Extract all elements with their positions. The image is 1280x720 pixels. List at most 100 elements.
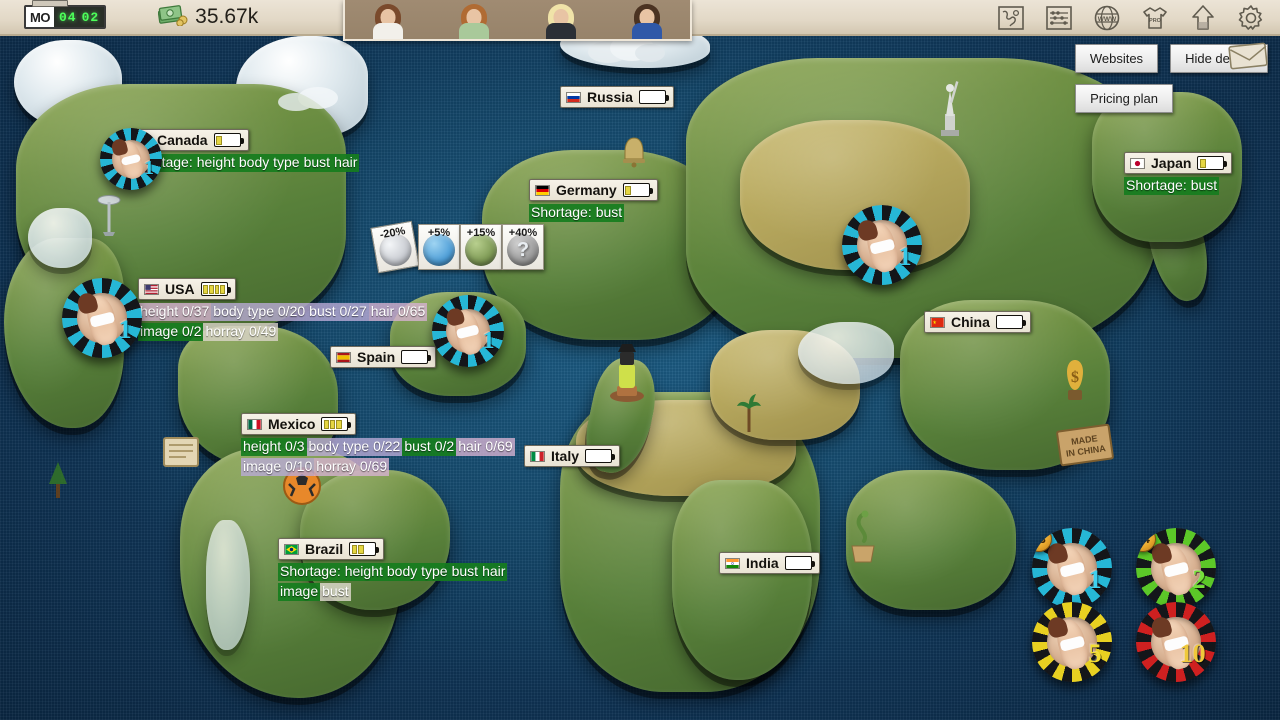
abacus-icon[interactable]	[1044, 3, 1074, 33]
battery-cell	[1016, 318, 1021, 327]
upgrade-arrow-icon[interactable]	[1188, 3, 1218, 33]
battery-cell	[647, 93, 652, 102]
country-marker-mexico[interactable]: Mexico height 0/3 body type 0/22 bust 0/2 ha…	[241, 413, 541, 477]
country-header[interactable]: China	[924, 311, 1031, 333]
chip-tray-1[interactable]: 1 ×3	[1032, 528, 1112, 608]
country-flag-icon	[336, 351, 351, 363]
country-stock-battery	[638, 90, 669, 104]
bonus-badge-paper[interactable]: -20%	[370, 220, 420, 274]
shortage-item-secondary: bust	[320, 583, 351, 601]
portrait-4[interactable]	[625, 2, 669, 39]
country-header[interactable]: USA	[138, 278, 236, 300]
battery-cell	[330, 419, 336, 429]
stat-chip: image 0/10	[241, 458, 315, 476]
chip-canada[interactable]: 1	[100, 128, 162, 190]
character-portrait-strip[interactable]	[343, 0, 692, 41]
country-stock-battery	[321, 417, 352, 431]
country-flag-icon	[566, 91, 581, 103]
chip-tray-2[interactable]: 2 ×4	[1136, 528, 1216, 608]
chip-tray-5[interactable]: 5	[1032, 602, 1112, 682]
country-marker-italy[interactable]: Italy	[524, 445, 621, 467]
battery-cell	[605, 452, 610, 461]
country-marker-germany[interactable]: Germany Shortage: bust	[529, 179, 658, 223]
portrait-2[interactable]	[452, 2, 496, 39]
country-header[interactable]: Russia	[560, 86, 674, 108]
country-marker-usa[interactable]: USA height 0/37 body type 0/20 bust 0/27 hai…	[138, 278, 438, 342]
country-marker-japan[interactable]: Japan Shortage: bust	[1124, 152, 1233, 196]
country-header[interactable]: Spain	[330, 346, 437, 368]
bonus-percent: +5%	[427, 227, 451, 239]
portrait-1[interactable]	[366, 2, 410, 39]
battery-cell	[214, 284, 220, 294]
country-name-label: Germany	[556, 182, 617, 198]
battery-cell	[1207, 159, 1211, 168]
shortage-item: body type	[236, 154, 302, 172]
country-name-label: Spain	[357, 349, 396, 365]
bonus-badge-unknown[interactable]: +40% ?	[502, 224, 544, 270]
battery-cell	[370, 545, 374, 554]
stat-chip: bust 0/2	[402, 438, 457, 456]
battery-cell	[638, 186, 642, 195]
stat-chip: body type 0/22	[306, 438, 403, 456]
country-header[interactable]: Japan	[1124, 152, 1233, 174]
battery-cell	[1010, 318, 1015, 327]
money-amount: 35.67k	[195, 5, 259, 28]
country-marker-canada[interactable]: Canada Shortage: height body type bust hair	[130, 129, 360, 173]
gear-icon[interactable]	[1236, 3, 1266, 33]
battery-cell	[365, 545, 369, 554]
battery-cell	[351, 544, 358, 554]
pricing-plan-button[interactable]: Pricing plan	[1075, 84, 1173, 113]
calendar-clock[interactable]: MO 04 02	[24, 0, 107, 29]
portrait-outfit	[459, 23, 490, 39]
chip-asia[interactable]: 1	[842, 205, 922, 285]
battery-cell	[593, 452, 598, 461]
stat-chip: hair 0/69	[456, 438, 515, 456]
country-marker-china[interactable]: China	[924, 311, 1031, 333]
country-marker-brazil[interactable]: Brazil Shortage: height body type bust hairim…	[278, 538, 548, 602]
golden-statue-icon: $	[1060, 354, 1090, 409]
country-header[interactable]: Mexico	[241, 413, 357, 435]
chip-tray-10[interactable]: 10	[1136, 602, 1216, 682]
clock-digits: 04 02	[53, 7, 105, 27]
shortage-item: hair	[480, 563, 508, 581]
money-stack-icon	[157, 4, 188, 31]
battery-cell	[358, 544, 365, 554]
country-header[interactable]: India	[719, 552, 820, 574]
chip-spain[interactable]: 1	[432, 295, 504, 367]
portrait-outfit	[545, 23, 576, 39]
country-marker-russia[interactable]: Russia	[560, 86, 674, 108]
country-stock-battery	[200, 282, 231, 296]
country-marker-india[interactable]: India	[719, 552, 820, 574]
bonus-badge-cluster[interactable]: -20% +5% +15% +40% ?	[370, 220, 544, 274]
clock-day-label: MO	[30, 9, 50, 25]
bell-icon	[620, 134, 648, 173]
svg-text:WWW: WWW	[1098, 16, 1117, 23]
country-header[interactable]: Brazil	[278, 538, 385, 560]
country-shortage: Shortage: height body type bust hair	[130, 153, 360, 173]
chip-usa[interactable]: 1	[62, 278, 142, 358]
world-map-icon[interactable]	[996, 3, 1026, 33]
battery-cell	[223, 136, 227, 145]
stat-chip: image 0/2	[138, 323, 204, 341]
chip-value-label: 1	[118, 315, 132, 345]
websites-button[interactable]: Websites	[1074, 44, 1159, 73]
country-stock-battery	[995, 315, 1026, 329]
shortage-label: Shortage:	[1124, 177, 1189, 195]
mail-envelope-icon[interactable]	[1228, 40, 1270, 70]
globe-www-icon[interactable]: WWW	[1092, 3, 1122, 33]
country-header[interactable]: Italy	[524, 445, 621, 467]
battery-cell	[787, 559, 792, 568]
shortage-item: height	[194, 154, 237, 172]
calendar-icon[interactable]: MO 04 02	[24, 0, 107, 29]
country-header[interactable]: Germany	[529, 179, 658, 201]
battery-cell	[643, 186, 647, 195]
bonus-badge-pool[interactable]: +5%	[418, 224, 460, 270]
battery-cell	[421, 353, 426, 362]
country-name-label: Canada	[157, 132, 208, 148]
bonus-badge-cottage[interactable]: +15%	[460, 224, 502, 270]
country-marker-spain[interactable]: Spain	[330, 346, 437, 368]
portrait-3[interactable]	[539, 2, 583, 39]
toolbar-icons[interactable]: WWW PRO	[996, 2, 1266, 34]
battery-cell	[343, 420, 346, 429]
tshirt-icon[interactable]: PRO	[1140, 3, 1170, 33]
